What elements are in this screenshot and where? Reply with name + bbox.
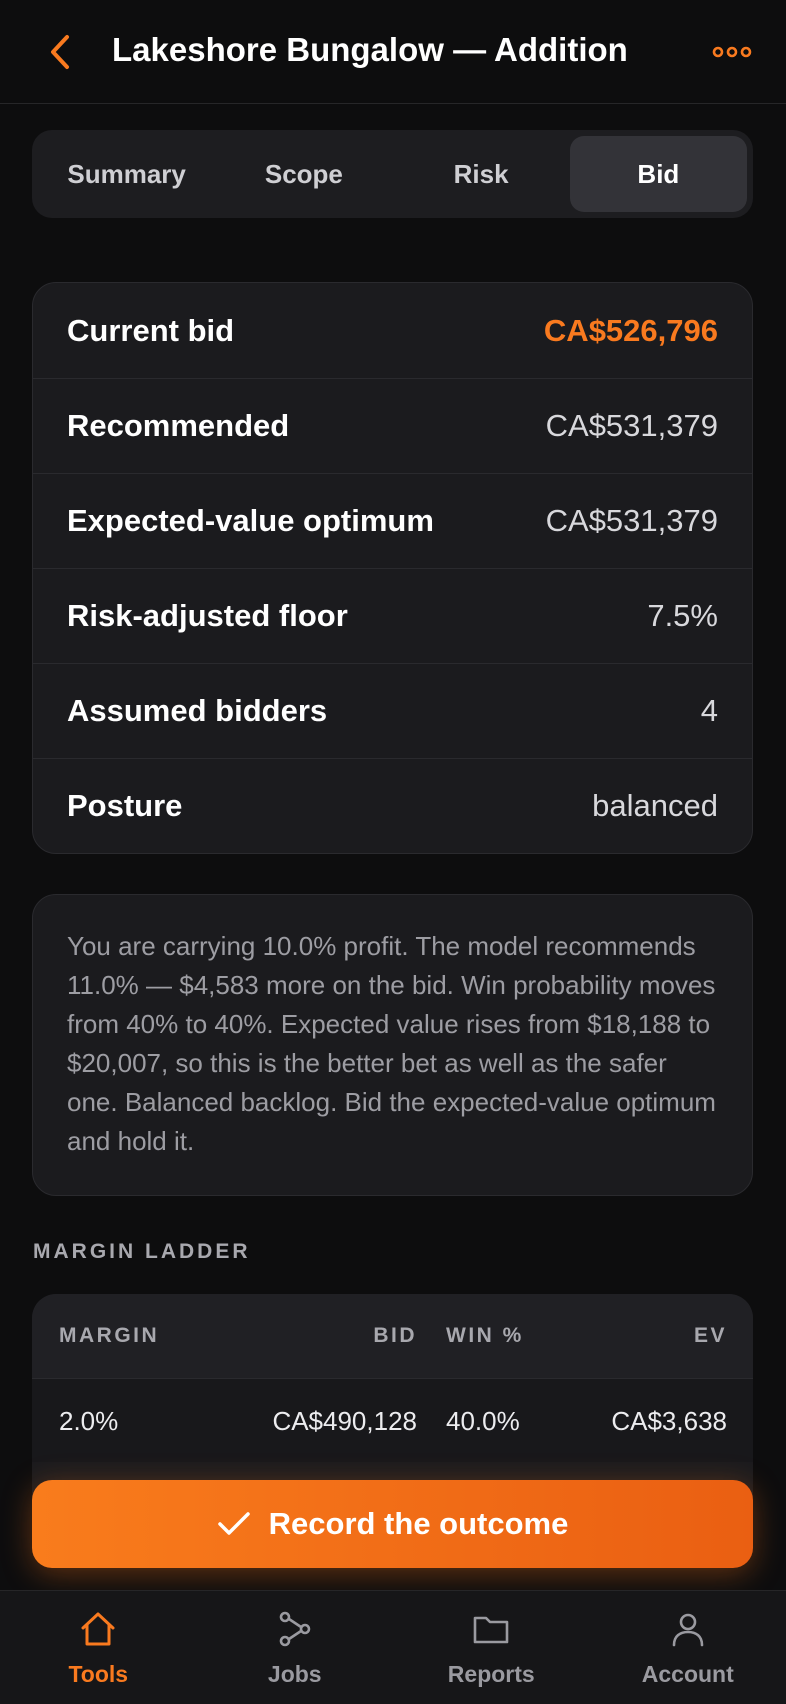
risk-floor-row: Risk-adjusted floor 7.5% [33,568,752,663]
screen: Lakeshore Bungalow — Addition Summary Sc… [0,0,786,1704]
cell-ev: CA$3,638 [611,1405,727,1436]
current-bid-value: CA$526,796 [543,312,718,348]
assumed-bidders-label: Assumed bidders [67,693,328,728]
ev-optimum-row: Expected-value optimum CA$531,379 [33,473,752,568]
recommendation-note-card: You are carrying 10.0% profit. The model… [32,894,753,1196]
record-outcome-button[interactable]: Record the outcome [32,1480,753,1568]
bottom-tab-bar: Tools Jobs Reports Account [0,1590,786,1704]
recommended-value: CA$531,379 [545,408,718,443]
posture-value: balanced [592,788,718,823]
checkmark-icon [217,1507,251,1541]
posture-label: Posture [67,788,183,823]
column-header-win: WIN % [446,1324,524,1347]
home-icon [81,1612,115,1646]
tabbar-item-reports[interactable]: Reports [393,1591,590,1704]
back-button[interactable] [40,30,80,74]
segmented-tabs: Summary Scope Risk Bid [32,130,753,218]
tabbar-label-account: Account [641,1661,734,1687]
tabbar-label-tools: Tools [68,1661,129,1687]
more-dots-icon [712,46,752,58]
chevron-left-icon [51,35,69,69]
margin-ladder-heading: MARGIN LADDER [33,1240,251,1263]
cell-bid: CA$490,128 [272,1405,417,1436]
recommended-label: Recommended [67,408,290,443]
header: Lakeshore Bungalow — Addition [0,0,786,104]
cell-margin: 2.0% [59,1405,119,1436]
tab-bid[interactable]: Bid [569,136,747,212]
recommended-row: Recommended CA$531,379 [33,378,752,473]
tab-risk[interactable]: Risk [393,136,570,212]
current-bid-label: Current bid [67,312,235,348]
current-bid-row: Current bid CA$526,796 [33,283,752,378]
risk-floor-value: 7.5% [647,598,718,633]
more-options-button[interactable] [708,30,756,74]
user-icon [672,1613,704,1647]
column-header-margin: MARGIN [59,1324,160,1347]
column-header-ev: EV [693,1324,727,1347]
jobs-graph-icon [279,1611,311,1647]
cell-win: 40.0% [446,1405,520,1436]
tabbar-item-tools[interactable]: Tools [0,1591,197,1704]
column-header-bid: BID [373,1324,417,1347]
folder-icon [473,1616,509,1644]
tabbar-item-account[interactable]: Account [590,1591,786,1704]
table-row: 2.0% CA$490,128 40.0% CA$3,638 [32,1378,753,1462]
tab-scope[interactable]: Scope [215,136,392,212]
page-title: Lakeshore Bungalow — Addition [112,31,628,68]
record-outcome-label: Record the outcome [268,1506,569,1541]
assumed-bidders-value: 4 [700,693,718,728]
tabbar-item-jobs[interactable]: Jobs [197,1591,394,1704]
ev-optimum-value: CA$531,379 [545,503,718,538]
risk-floor-label: Risk-adjusted floor [67,598,348,633]
assumed-bidders-row: Assumed bidders 4 [33,663,752,758]
tab-summary[interactable]: Summary [38,136,215,212]
recommendation-note: You are carrying 10.0% profit. The model… [67,931,716,1156]
table-header: MARGIN BID WIN % EV [32,1294,753,1378]
posture-row: Posture balanced [33,758,752,853]
tabbar-label-jobs: Jobs [267,1661,322,1687]
tabbar-label-reports: Reports [447,1661,535,1687]
ev-optimum-label: Expected-value optimum [67,503,434,538]
bid-summary-card: Current bid CA$526,796 Recommended CA$53… [32,282,753,854]
